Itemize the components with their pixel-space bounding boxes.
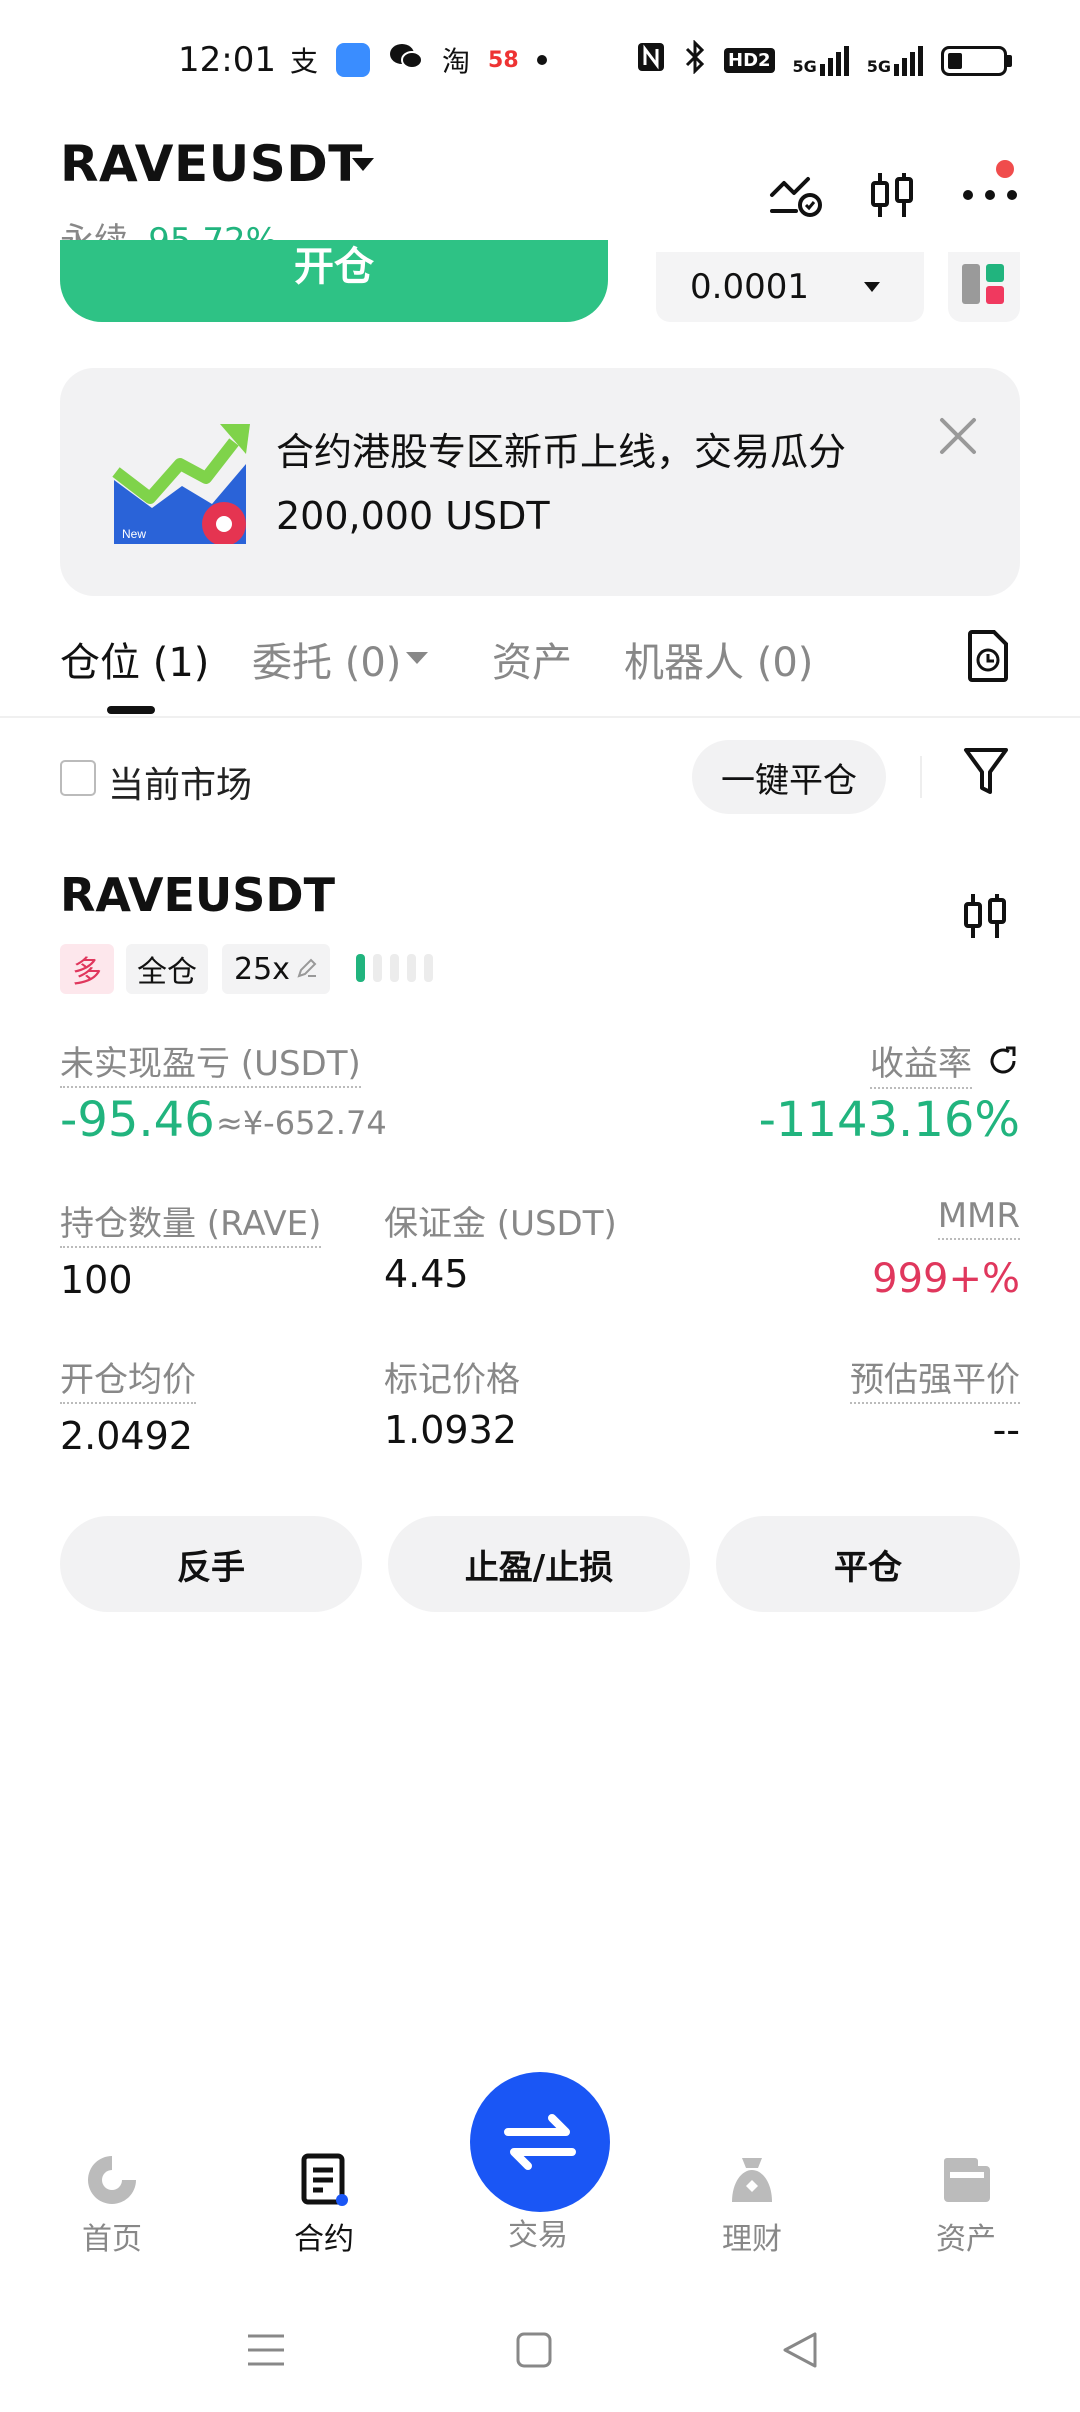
banner-line2: 200,000 USDT bbox=[276, 494, 550, 538]
size-value: 100 bbox=[60, 1258, 133, 1302]
quantity-select[interactable]: 0.0001 bbox=[656, 252, 924, 322]
current-market-label[interactable]: 当前市场 bbox=[108, 756, 252, 808]
strategy-icon[interactable] bbox=[766, 165, 826, 225]
mark-price-value: 1.0932 bbox=[384, 1408, 517, 1452]
nav-home[interactable]: 首页 bbox=[42, 2152, 182, 2258]
position-chart-icon[interactable] bbox=[960, 890, 1020, 950]
home-square-icon[interactable] bbox=[504, 2320, 564, 2380]
app-icon bbox=[336, 43, 371, 77]
size-label: 持仓数量 (RAVE) bbox=[60, 1196, 322, 1248]
edit-icon bbox=[296, 952, 318, 987]
close-position-button[interactable]: 平仓 bbox=[716, 1516, 1020, 1612]
battery-icon bbox=[941, 45, 1013, 76]
filter-separator bbox=[920, 756, 922, 798]
history-icon[interactable] bbox=[964, 628, 1020, 684]
tabs-divider bbox=[0, 716, 1080, 718]
pair-title[interactable]: RAVEUSDT bbox=[60, 135, 363, 193]
unrealized-pnl-value: -95.46 bbox=[60, 1092, 215, 1148]
banner-new-badge: New bbox=[122, 527, 146, 541]
roe-label: 收益率 bbox=[870, 1036, 972, 1089]
margin-mode-badge[interactable]: 全仓 bbox=[126, 944, 208, 994]
status-right: HD2 5G 5G bbox=[636, 39, 1013, 81]
tab-positions[interactable]: 仓位 (1) bbox=[60, 630, 209, 688]
margin-label: 保证金 (USDT) bbox=[384, 1204, 617, 1244]
nfc-icon bbox=[636, 41, 666, 80]
status-time: 12:01 bbox=[178, 40, 276, 80]
finance-icon bbox=[724, 2152, 780, 2208]
signal-5g-icon: 5G bbox=[793, 45, 849, 76]
nav-contract[interactable]: 合约 bbox=[254, 2152, 394, 2258]
close-icon[interactable] bbox=[932, 410, 984, 462]
current-market-checkbox[interactable] bbox=[60, 760, 96, 796]
roe-value: -1143.16% bbox=[758, 1092, 1020, 1148]
leverage-value: 25x bbox=[234, 951, 290, 987]
taobao-icon: 淘 bbox=[442, 45, 471, 78]
unrealized-pnl-cny: ≈¥-652.74 bbox=[216, 1104, 387, 1142]
wechat-icon bbox=[388, 41, 424, 80]
mmr-value: 999+% bbox=[872, 1256, 1020, 1302]
notification-dot bbox=[996, 160, 1014, 178]
pair-dropdown-caret-icon[interactable] bbox=[352, 158, 374, 171]
signal-5g-icon-2: 5G bbox=[867, 45, 924, 76]
nav-trade[interactable]: 交易 bbox=[468, 2210, 608, 2254]
home-icon bbox=[84, 2152, 140, 2208]
tp-sl-button[interactable]: 止盈/止损 bbox=[388, 1516, 690, 1612]
promo-banner[interactable]: New 合约港股专区新币上线，交易瓜分 200,000 USDT bbox=[60, 368, 1020, 596]
mmr-label: MMR bbox=[937, 1196, 1020, 1240]
menu-icon[interactable] bbox=[236, 2320, 296, 2380]
unrealized-pnl-label: 未实现盈亏 (USDT) bbox=[60, 1036, 361, 1088]
risk-level-bars bbox=[356, 954, 433, 982]
margin-value: 4.45 bbox=[384, 1252, 469, 1296]
tab-active-indicator bbox=[107, 706, 155, 714]
tab-assets[interactable]: 资产 bbox=[492, 630, 572, 688]
trade-fab-button[interactable] bbox=[470, 2072, 610, 2212]
leverage-badge[interactable]: 25x bbox=[222, 944, 330, 994]
entry-price-value: 2.0492 bbox=[60, 1414, 193, 1458]
dot-icon bbox=[536, 55, 547, 65]
58-icon: 58 bbox=[488, 47, 519, 73]
open-position-button[interactable]: 开仓 bbox=[60, 240, 608, 322]
close-all-button[interactable]: 一键平仓 bbox=[692, 740, 886, 814]
nav-assets[interactable]: 资产 bbox=[896, 2152, 1036, 2258]
orders-dropdown-caret-icon[interactable] bbox=[406, 652, 428, 664]
swap-icon bbox=[504, 2114, 576, 2170]
contract-icon bbox=[296, 2152, 352, 2208]
layout-toggle-icon[interactable] bbox=[948, 252, 1020, 322]
alipay-icon: 支 bbox=[290, 45, 319, 78]
banner-illustration-icon: New bbox=[112, 414, 252, 546]
hd-icon: HD2 bbox=[724, 48, 775, 73]
banner-text: 合约港股专区新币上线，交易瓜分 200,000 USDT bbox=[276, 420, 936, 548]
tab-bots[interactable]: 机器人 (0) bbox=[624, 630, 813, 688]
filter-icon[interactable] bbox=[962, 744, 1018, 800]
share-icon[interactable] bbox=[986, 1044, 1020, 1082]
side-badge: 多 bbox=[60, 944, 114, 994]
position-symbol[interactable]: RAVEUSDT bbox=[60, 868, 335, 922]
banner-line1: 合约港股专区新币上线，交易瓜分 bbox=[276, 430, 847, 474]
mark-price-label: 标记价格 bbox=[384, 1360, 520, 1400]
reverse-button[interactable]: 反手 bbox=[60, 1516, 362, 1612]
tab-orders[interactable]: 委托 (0) bbox=[252, 630, 401, 688]
back-icon[interactable] bbox=[770, 2320, 830, 2380]
quantity-value: 0.0001 bbox=[690, 267, 809, 307]
nav-finance[interactable]: 理财 bbox=[682, 2152, 822, 2258]
candlestick-icon[interactable] bbox=[862, 165, 922, 225]
chevron-down-icon bbox=[864, 282, 880, 292]
status-app-icons: 支 淘 58 bbox=[290, 40, 547, 80]
wallet-icon bbox=[938, 2152, 994, 2208]
liq-price-value: -- bbox=[992, 1408, 1020, 1452]
entry-price-label: 开仓均价 bbox=[60, 1352, 196, 1404]
bluetooth-icon bbox=[684, 39, 706, 81]
roe-label-group[interactable]: 收益率 bbox=[870, 1036, 1020, 1089]
liq-price-label: 预估强平价 bbox=[850, 1352, 1020, 1404]
